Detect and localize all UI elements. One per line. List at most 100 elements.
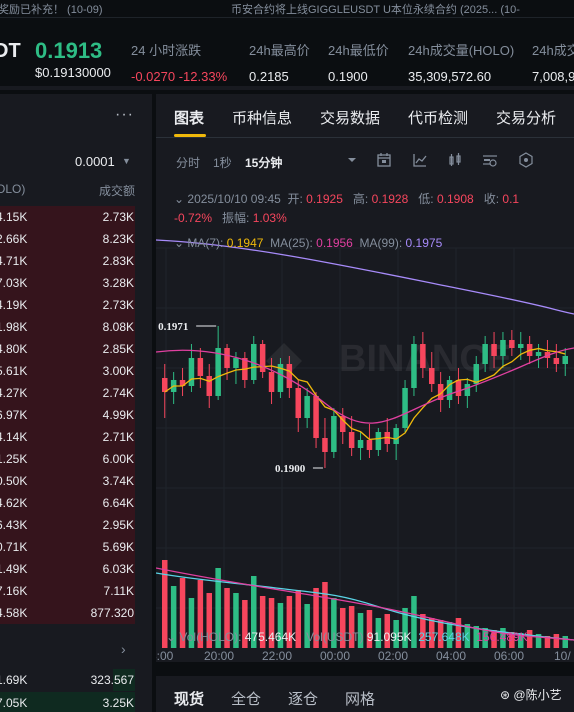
ask-row[interactable]: 4.58K877.320	[0, 602, 135, 624]
stat-24h-change: 24 小时涨跌 -0.0270 -12.33%	[131, 43, 228, 84]
tick-size-select[interactable]: 0.0001	[75, 154, 115, 169]
candle-type-icon[interactable]	[447, 152, 463, 168]
ask-list: 4.15K2.73K2.66K8.23K4.71K2.83K7.03K3.28K…	[0, 206, 135, 624]
bid-row[interactable]: 1.69K 323.567	[0, 669, 135, 691]
ask-row[interactable]: 4.27K2.74K	[0, 382, 135, 404]
ask-row[interactable]: 1.49K6.03K	[0, 558, 135, 580]
tab-spot[interactable]: 现货	[174, 688, 204, 709]
weibo-icon: ⊛	[500, 688, 511, 702]
ohlc-legend: ⌄ 2025/10/10 09:45 开: 0.1925 高: 0.1928 低…	[174, 192, 520, 206]
candle	[446, 376, 453, 408]
candle	[277, 358, 284, 398]
tab-chart[interactable]: 图表	[174, 107, 204, 128]
column-header-amount: OLO)	[0, 182, 26, 196]
ask-row[interactable]: 5.61K3.00K	[0, 360, 135, 382]
ask-row[interactable]: 4.71K2.83K	[0, 250, 135, 272]
ask-row[interactable]: 7.03K3.28K	[0, 272, 135, 294]
ask-row[interactable]: 4.15K2.73K	[0, 206, 135, 228]
ask-row[interactable]: 1.98K8.08K	[0, 316, 135, 338]
candle	[322, 418, 328, 468]
tab-cross[interactable]: 全仓	[231, 688, 261, 709]
ask-row[interactable]: 4.19K2.73K	[0, 294, 135, 316]
tab-grid[interactable]: 网格	[345, 688, 375, 709]
candle	[535, 344, 542, 368]
time-axis-label: 06:00	[494, 649, 524, 662]
time-axis-label: 02:00	[378, 649, 408, 662]
dropdown-caret-icon[interactable]	[344, 152, 360, 168]
candle	[544, 340, 551, 368]
ask-row[interactable]: 0.71K5.69K	[0, 536, 135, 558]
chevron-down-icon[interactable]: ▼	[122, 156, 131, 166]
candle	[251, 336, 257, 384]
candle	[215, 326, 221, 400]
announcement-ticker[interactable]: 奖励已补充！ (10-09) 币安合约将上线GIGGLEUSDT U本位永续合约…	[0, 0, 574, 18]
tab-trading-data[interactable]: 交易数据	[320, 107, 380, 128]
ask-row[interactable]: 6.97K4.99K	[0, 404, 135, 426]
ask-row[interactable]: 0.50K3.74K	[0, 470, 135, 492]
settings-icon[interactable]	[482, 152, 498, 168]
chart-panel: 图表 币种信息 交易数据 代币检测 交易分析 分时 1秒 15分钟 BINANC…	[156, 94, 574, 662]
low-marker-label: 0.1900	[275, 463, 306, 475]
ask-row[interactable]: 1.25K6.00K	[0, 448, 135, 470]
last-price: 0.1913	[35, 38, 103, 63]
author-signature: ⊛ @陈小艺	[500, 688, 562, 702]
tab-token-check[interactable]: 代币检测	[408, 107, 468, 128]
volume-bar	[526, 630, 533, 648]
candlestick-chart[interactable]: BINANCE 0.19710.1900 8:0020:0022:0000:00…	[156, 188, 574, 662]
chart-toolbar: 分时 1秒 15分钟	[156, 138, 574, 178]
chart-canvas[interactable]: BINANCE 0.19710.1900 8:0020:0022:0000:00…	[156, 188, 574, 662]
stat-24h-turnover: 24h成交 7,008,9	[532, 43, 574, 84]
candle	[242, 352, 248, 388]
ask-row[interactable]: 4.14K2.71K	[0, 426, 135, 448]
interval-15m[interactable]: 15分钟	[245, 154, 282, 171]
more-dots-icon[interactable]: ···	[115, 106, 134, 124]
ask-row[interactable]: 4.62K6.64K	[0, 492, 135, 514]
stat-24h-high: 24h最高价 0.2185	[249, 43, 310, 84]
tab-isolated[interactable]: 逐仓	[288, 688, 318, 709]
ask-row[interactable]: 2.66K8.23K	[0, 228, 135, 250]
candle	[304, 388, 310, 428]
calendar-icon[interactable]	[376, 152, 392, 168]
trading-pair[interactable]: DT	[0, 40, 21, 63]
stat-24h-low: 24h最低价 0.1900	[328, 43, 389, 84]
stat-24h-volume: 24h成交量(HOLO) 35,309,572.60	[408, 43, 515, 84]
candle	[562, 348, 568, 376]
candle	[411, 336, 417, 396]
ma-legend: ⌄ MA(7): 0.1947 MA(25): 0.1956 MA(99): 0…	[174, 236, 443, 250]
candle	[375, 428, 382, 456]
time-axis-label: 8:00	[156, 649, 174, 662]
bid-row[interactable]: 7.05K 3.25K	[0, 692, 135, 712]
chart-tabs: 图表 币种信息 交易数据 代币检测 交易分析	[156, 94, 574, 138]
chevron-right-icon[interactable]: ›	[121, 641, 126, 657]
active-tab-indicator	[174, 134, 206, 137]
candle	[259, 340, 266, 378]
time-axis-label: 04:00	[436, 649, 466, 662]
candle	[206, 364, 212, 408]
tab-coin-info[interactable]: 币种信息	[232, 107, 292, 128]
ask-row[interactable]: 4.80K2.85K	[0, 338, 135, 360]
column-header-total: 成交额	[98, 184, 135, 198]
ma99-line	[156, 239, 574, 315]
time-axis-label: 22:00	[262, 649, 292, 662]
ticker-item[interactable]: 奖励已补充！ (10-09)	[0, 1, 103, 17]
time-axis-label: 00:00	[320, 649, 350, 662]
ask-row[interactable]: 7.16K7.11K	[0, 580, 135, 602]
interval-1s[interactable]: 1秒	[213, 154, 232, 171]
candle	[464, 378, 471, 408]
hexagon-icon[interactable]	[518, 152, 534, 168]
candle	[313, 392, 319, 448]
time-axis-label: 10/	[554, 649, 571, 662]
candle	[340, 408, 346, 444]
candle	[197, 348, 204, 388]
market-header: DT n 0.1913 $0.19130000 24 小时涨跌 -0.0270 …	[0, 18, 574, 90]
ticker-item[interactable]: 币安合约将上线GIGGLEUSDT U本位永续合约 (2025... (10-	[231, 1, 520, 17]
tab-trade-analysis[interactable]: 交易分析	[496, 107, 556, 128]
candle	[402, 380, 408, 432]
candle	[348, 416, 355, 456]
candle	[224, 344, 230, 380]
high-marker-label: 0.1971	[158, 321, 188, 333]
volume-legend: ⌄ Vol(HOLO): 475.464K Vol(USDT) 91.095K …	[166, 630, 528, 644]
ask-row[interactable]: 6.43K2.95K	[0, 514, 135, 536]
indicator-icon[interactable]	[412, 152, 428, 168]
interval-timeline[interactable]: 分时	[176, 154, 200, 171]
